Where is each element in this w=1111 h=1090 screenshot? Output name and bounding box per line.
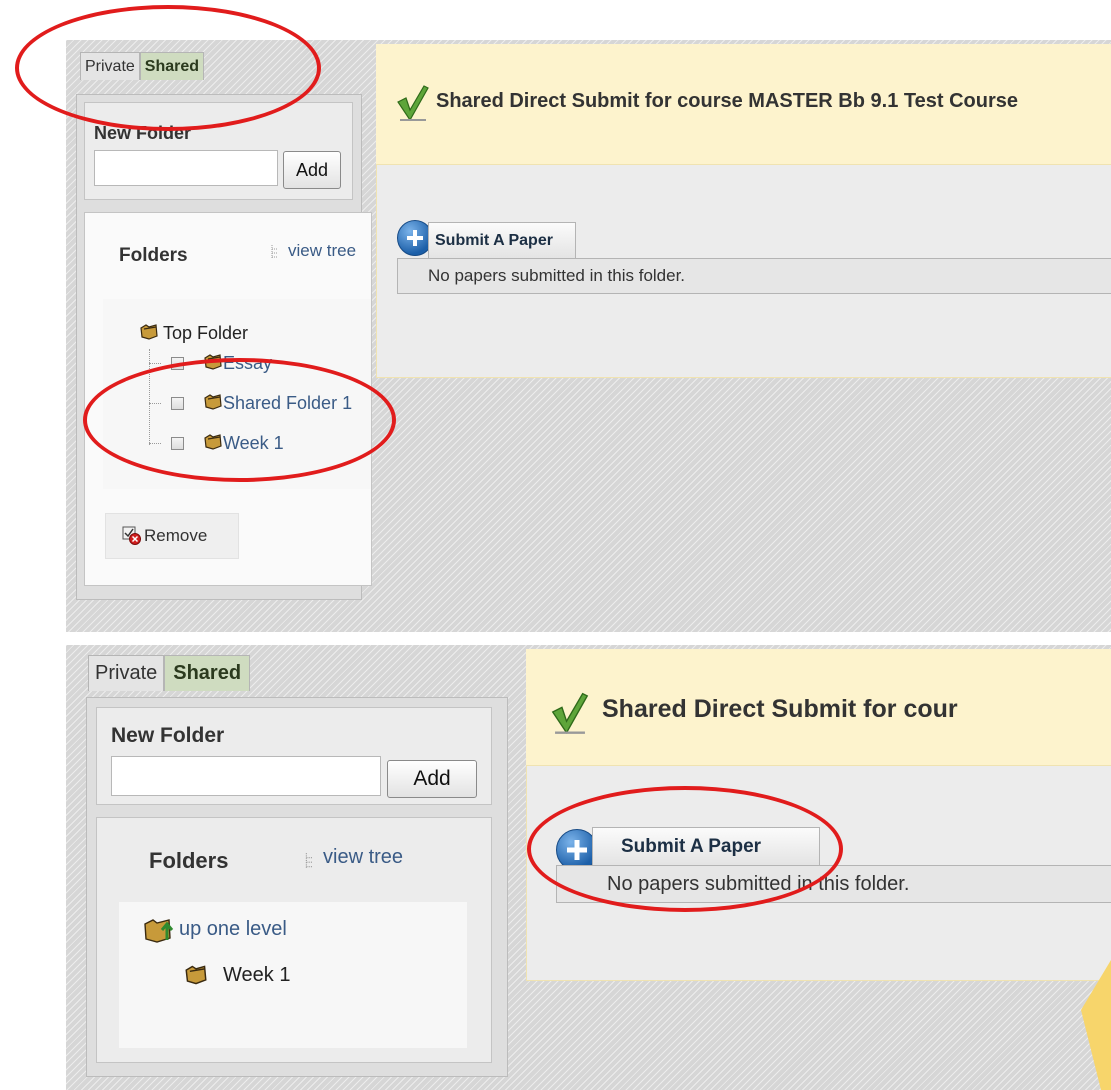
- folder-link-essay[interactable]: Essay: [223, 353, 272, 374]
- new-folder-input[interactable]: [94, 150, 278, 186]
- status-message: No papers submitted in this folder.: [556, 865, 1111, 903]
- new-folder-label: New Folder: [94, 123, 192, 143]
- add-button[interactable]: Add: [283, 151, 341, 189]
- view-tree-icon: [271, 245, 277, 258]
- new-folder-input[interactable]: [111, 756, 381, 796]
- remove-label: Remove: [144, 526, 208, 545]
- tab-private[interactable]: Private: [80, 52, 140, 80]
- decorative-swoosh: [1081, 960, 1111, 1090]
- submit-paper-button[interactable]: Submit A Paper: [428, 222, 576, 259]
- submit-paper-label: Submit A Paper: [435, 232, 553, 249]
- checkmark-icon: [551, 692, 589, 735]
- bottom-header-bar: Shared Direct Submit for cour: [526, 649, 1111, 766]
- up-one-level-link[interactable]: up one level: [179, 918, 287, 941]
- folder-link-week-1[interactable]: Week 1: [223, 433, 284, 454]
- folder-icon: [204, 394, 222, 410]
- status-message: No papers submitted in this folder.: [397, 258, 1111, 294]
- folder-link-shared-folder-1[interactable]: Shared Folder 1: [223, 393, 352, 414]
- tree-connector: [149, 403, 161, 404]
- tab-shared[interactable]: Shared: [139, 52, 205, 80]
- folder-icon: [204, 354, 222, 370]
- view-tree-link[interactable]: view tree: [288, 241, 356, 261]
- status-text: No papers submitted in this folder.: [428, 266, 686, 285]
- folder-icon: [204, 434, 222, 450]
- bottom-new-folder-box: New Folder Add: [96, 707, 492, 805]
- page-title: Shared Direct Submit for course MASTER B…: [436, 90, 1018, 112]
- folders-heading: Folders: [149, 848, 229, 873]
- top-new-folder-box: New Folder Add: [84, 102, 353, 200]
- top-screenshot: Private Shared New Folder Add Folders vi…: [66, 40, 1111, 632]
- checkmark-icon: [397, 85, 429, 122]
- tab-private[interactable]: Private: [88, 655, 165, 691]
- add-button[interactable]: Add: [387, 760, 477, 798]
- folder-checkbox[interactable]: [171, 437, 184, 450]
- folder-icon: [185, 965, 207, 985]
- top-folder-label: Top Folder: [163, 323, 249, 343]
- up-one-level-icon: [144, 919, 174, 943]
- remove-button[interactable]: Remove: [105, 513, 239, 559]
- tree-connector: [149, 363, 161, 364]
- top-tabs: Private Shared: [80, 52, 205, 80]
- view-tree-link[interactable]: view tree: [323, 846, 403, 869]
- top-folder-icon: [140, 324, 158, 340]
- bottom-screenshot: Private Shared New Folder Add Folders vi…: [66, 645, 1111, 1090]
- view-tree-icon: [305, 853, 312, 868]
- tab-shared[interactable]: Shared: [164, 655, 251, 691]
- status-text: No papers submitted in this folder.: [607, 872, 910, 895]
- submit-paper-label: Submit A Paper: [621, 836, 762, 857]
- bottom-tabs: Private Shared: [88, 655, 251, 691]
- remove-icon: [122, 526, 141, 545]
- new-folder-label: New Folder: [111, 724, 225, 747]
- tree-connector: [149, 443, 161, 444]
- submit-paper-button[interactable]: Submit A Paper: [592, 827, 820, 866]
- bottom-folders-box: Folders view tree up one level Week 1: [96, 817, 492, 1063]
- current-folder-label: Week 1: [223, 964, 291, 986]
- folders-heading: Folders: [119, 245, 188, 266]
- folder-checkbox[interactable]: [171, 397, 184, 410]
- folder-checkbox[interactable]: [171, 357, 184, 370]
- top-header-bar: Shared Direct Submit for course MASTER B…: [376, 44, 1111, 165]
- top-folders-box: Folders view tree Top Folder Essay Share…: [84, 212, 372, 586]
- page-title: Shared Direct Submit for cour: [602, 695, 958, 723]
